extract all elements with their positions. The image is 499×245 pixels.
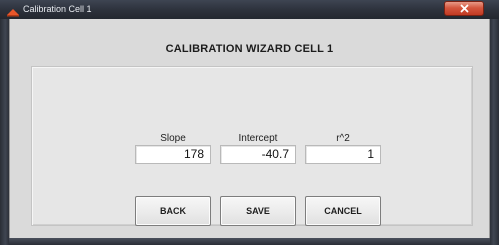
slope-label: Slope [160, 133, 186, 144]
close-button[interactable] [444, 1, 484, 16]
slope-field[interactable]: 178 [135, 145, 211, 164]
r-squared-field[interactable]: 1 [305, 145, 381, 164]
intercept-label: Intercept [238, 133, 278, 144]
client-area: CALIBRATION WIZARD CELL 1 Slope 178 Inte… [9, 19, 490, 245]
close-icon [460, 4, 468, 13]
save-button[interactable]: SAVE [220, 196, 296, 226]
wizard-heading: CALIBRATION WIZARD CELL 1 [165, 43, 334, 55]
window-frame-right [490, 19, 499, 245]
calibration-window: Calibration Cell 1 CALIBRATION WIZARD CE… [0, 0, 499, 245]
calibration-panel: Slope 178 Intercept -40.7 r^2 1 BACK SAV… [31, 66, 473, 226]
window-frame-bottom [9, 238, 490, 245]
intercept-field[interactable]: -40.7 [220, 145, 296, 164]
r-squared-label: r^2 [336, 133, 350, 144]
app-icon [6, 4, 20, 17]
window-title: Calibration Cell 1 [23, 4, 92, 14]
title-bar[interactable]: Calibration Cell 1 [0, 0, 499, 20]
back-button[interactable]: BACK [135, 196, 211, 226]
cancel-button[interactable]: CANCEL [305, 196, 381, 226]
window-frame-left [0, 19, 9, 245]
